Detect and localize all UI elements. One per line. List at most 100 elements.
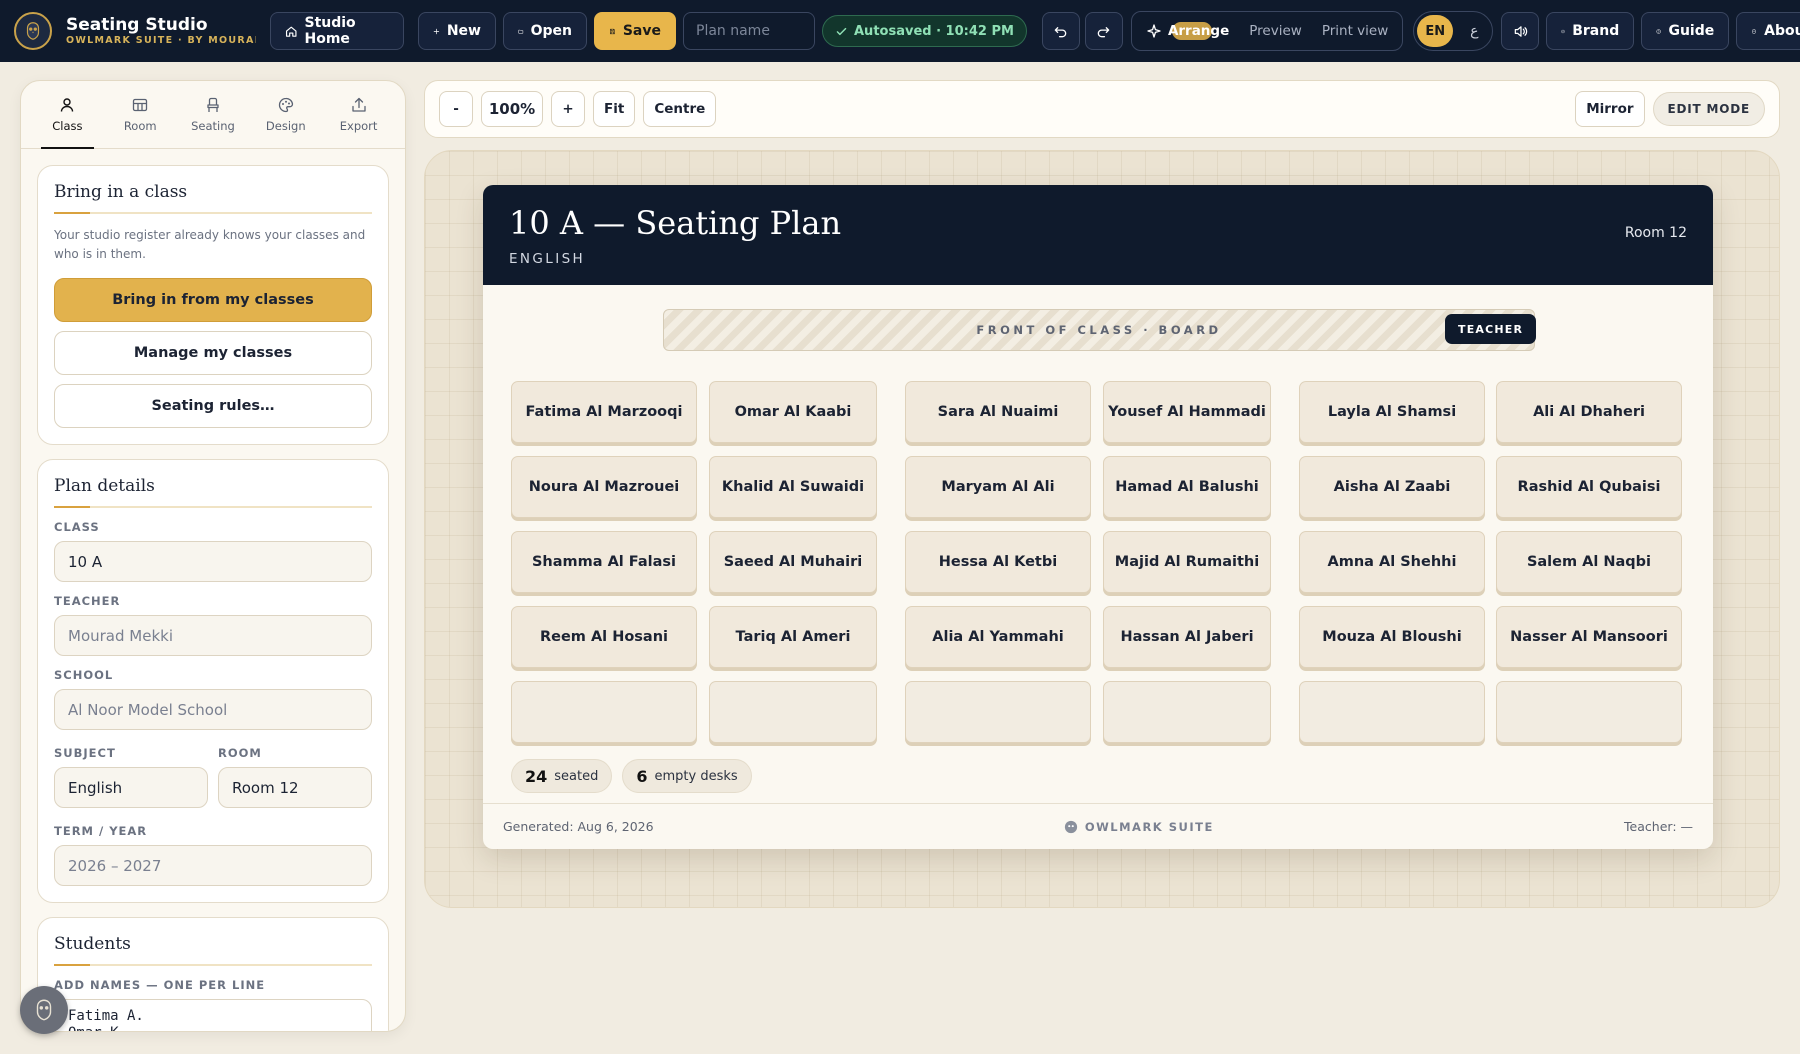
plan-name-input[interactable]: Plan name [683, 12, 815, 50]
owl-icon [1752, 28, 1757, 34]
edit-mode-badge[interactable]: EDIT MODE [1652, 92, 1765, 126]
desk-seat[interactable]: Hessa Al Ketbi [905, 531, 1091, 593]
desk-empty[interactable] [511, 681, 697, 743]
desk-seat[interactable]: Sara Al Nuaimi [905, 381, 1091, 443]
desk-empty[interactable] [1299, 681, 1485, 743]
autosave-status: Autosaved · 10:42 PM [822, 15, 1027, 47]
zoom-in-button[interactable]: + [551, 91, 585, 127]
mode-arrange[interactable]: Arrange [1136, 15, 1239, 47]
desk-seat[interactable]: Aisha Al Zaabi [1299, 456, 1485, 518]
subject-input[interactable]: English [54, 767, 208, 808]
class-input[interactable]: 10 A [54, 541, 372, 582]
desk-seat[interactable]: Hamad Al Balushi [1103, 456, 1271, 518]
sheet-subject: ENGLISH [509, 251, 586, 267]
desk-seat[interactable]: Tariq Al Ameri [709, 606, 877, 668]
mode-preview[interactable]: Preview [1239, 15, 1312, 47]
term-input[interactable]: 2026 – 2027 [54, 845, 372, 886]
desk-seat[interactable]: Layla Al Shamsi [1299, 381, 1485, 443]
generated-date: Generated: Aug 6, 2026 [503, 819, 654, 834]
sparkle-icon [1147, 24, 1161, 38]
teacher-input[interactable]: Mourad Mekki [54, 615, 372, 656]
teacher-label: TEACHER [54, 594, 121, 608]
desk-seat[interactable]: Nasser Al Mansoori [1496, 606, 1682, 668]
new-button[interactable]: New [418, 12, 496, 50]
zoom-out-button[interactable]: - [439, 91, 473, 127]
desk-seat[interactable]: Yousef Al Hammadi [1103, 381, 1271, 443]
about-button[interactable]: About [1736, 12, 1800, 50]
students-card: Students ADD NAMES — ONE PER LINE Fatima… [37, 917, 389, 1031]
seated-count: 24 [525, 766, 548, 786]
desk-seat[interactable]: Shamma Al Falasi [511, 531, 697, 593]
open-label: Open [530, 23, 572, 39]
mode-print-view[interactable]: Print view [1312, 15, 1398, 47]
tab-design-label: Design [265, 119, 306, 133]
plus-icon [433, 28, 440, 34]
tab-room[interactable]: Room [104, 81, 177, 148]
open-button[interactable]: Open [503, 12, 587, 50]
guide-button[interactable]: Guide [1641, 12, 1730, 50]
save-button[interactable]: Save [594, 12, 676, 50]
students-textarea[interactable]: Fatima A. Omar K. Sara N. [54, 999, 372, 1031]
app-brand: Seating Studio OWLMARK SUITE · BY MOURAD… [14, 12, 256, 50]
manage-classes-button[interactable]: Manage my classes [54, 331, 372, 375]
view-mode-switch: Arrange Preview Print view [1130, 11, 1404, 51]
desk-seat[interactable]: Saeed Al Muhairi [709, 531, 877, 593]
plan-details-card: Plan details CLASS 10 A TEACHER Mourad M… [37, 459, 389, 903]
brand-button[interactable]: Brand [1546, 12, 1635, 50]
desk-empty[interactable] [709, 681, 877, 743]
sidebar-tabs: Class Room Seating Design Export [21, 81, 405, 149]
desk-seat[interactable]: Omar Al Kaabi [709, 381, 877, 443]
fit-button[interactable]: Fit [593, 91, 636, 127]
desk-seat[interactable]: Alia Al Yammahi [905, 606, 1091, 668]
undo-button[interactable] [1041, 12, 1080, 50]
floating-owl-button[interactable] [20, 986, 68, 1034]
app-subtitle: OWLMARK SUITE · BY MOURAD MEKKI [66, 35, 256, 46]
tab-seating[interactable]: Seating [177, 81, 250, 148]
desk-seat[interactable]: Mouza Al Bloushi [1299, 606, 1485, 668]
tab-class[interactable]: Class [31, 81, 104, 149]
tab-export-label: Export [339, 119, 378, 133]
centre-button[interactable]: Centre [643, 91, 717, 127]
top-bar: Seating Studio OWLMARK SUITE · BY MOURAD… [0, 0, 1800, 62]
footer-brand: OWLMARK SUITE [1064, 820, 1214, 834]
desk-seat[interactable]: Rashid Al Qubaisi [1496, 456, 1682, 518]
seated-label: seated [554, 768, 599, 784]
redo-button[interactable] [1084, 12, 1123, 50]
room-label: ROOM [218, 746, 262, 760]
app-title: Seating Studio [66, 15, 208, 35]
desk-seat[interactable]: Ali Al Dhaheri [1496, 381, 1682, 443]
tab-design[interactable]: Design [249, 81, 322, 148]
school-input[interactable]: Al Noor Model School [54, 689, 372, 730]
sound-button[interactable] [1501, 12, 1540, 50]
seating-rules-button[interactable]: Seating rules… [54, 384, 372, 428]
export-icon [351, 97, 366, 112]
owl-logo-icon [14, 12, 52, 50]
teacher-desk-tag[interactable]: TEACHER [1445, 314, 1537, 344]
desk-seat[interactable]: Hassan Al Jaberi [1103, 606, 1271, 668]
desk-seat[interactable]: Amna Al Shehhi [1299, 531, 1485, 593]
empty-count: 6 [636, 766, 648, 786]
desk-empty[interactable] [1103, 681, 1271, 743]
check-icon [836, 27, 847, 35]
desk-seat[interactable]: Fatima Al Marzooqi [511, 381, 697, 443]
bring-in-classes-button[interactable]: Bring in from my classes [54, 278, 372, 322]
seated-stat: 24 seated [511, 759, 613, 793]
desk-empty[interactable] [1496, 681, 1682, 743]
desk-seat[interactable]: Majid Al Rumaithi [1103, 531, 1271, 593]
zoom-level[interactable]: 100% [481, 91, 543, 127]
desk-seat[interactable]: Salem Al Naqbi [1496, 531, 1682, 593]
lang-ar-button[interactable]: ع [1459, 23, 1489, 39]
desk-seat[interactable]: Khalid Al Suwaidi [709, 456, 877, 518]
home-icon [285, 26, 297, 37]
mirror-button[interactable]: Mirror [1575, 91, 1645, 127]
desk-seat[interactable]: Maryam Al Ali [905, 456, 1091, 518]
desk-seat[interactable]: Noura Al Mazrouei [511, 456, 697, 518]
tab-export[interactable]: Export [322, 81, 395, 148]
desk-seat[interactable]: Reem Al Hosani [511, 606, 697, 668]
room-input[interactable]: Room 12 [218, 767, 372, 808]
lang-en-button[interactable]: EN [1417, 15, 1454, 47]
studio-home-button[interactable]: Studio Home [270, 12, 404, 50]
folder-icon [518, 29, 524, 33]
desk-empty[interactable] [905, 681, 1091, 743]
tab-class-label: Class [52, 119, 83, 133]
